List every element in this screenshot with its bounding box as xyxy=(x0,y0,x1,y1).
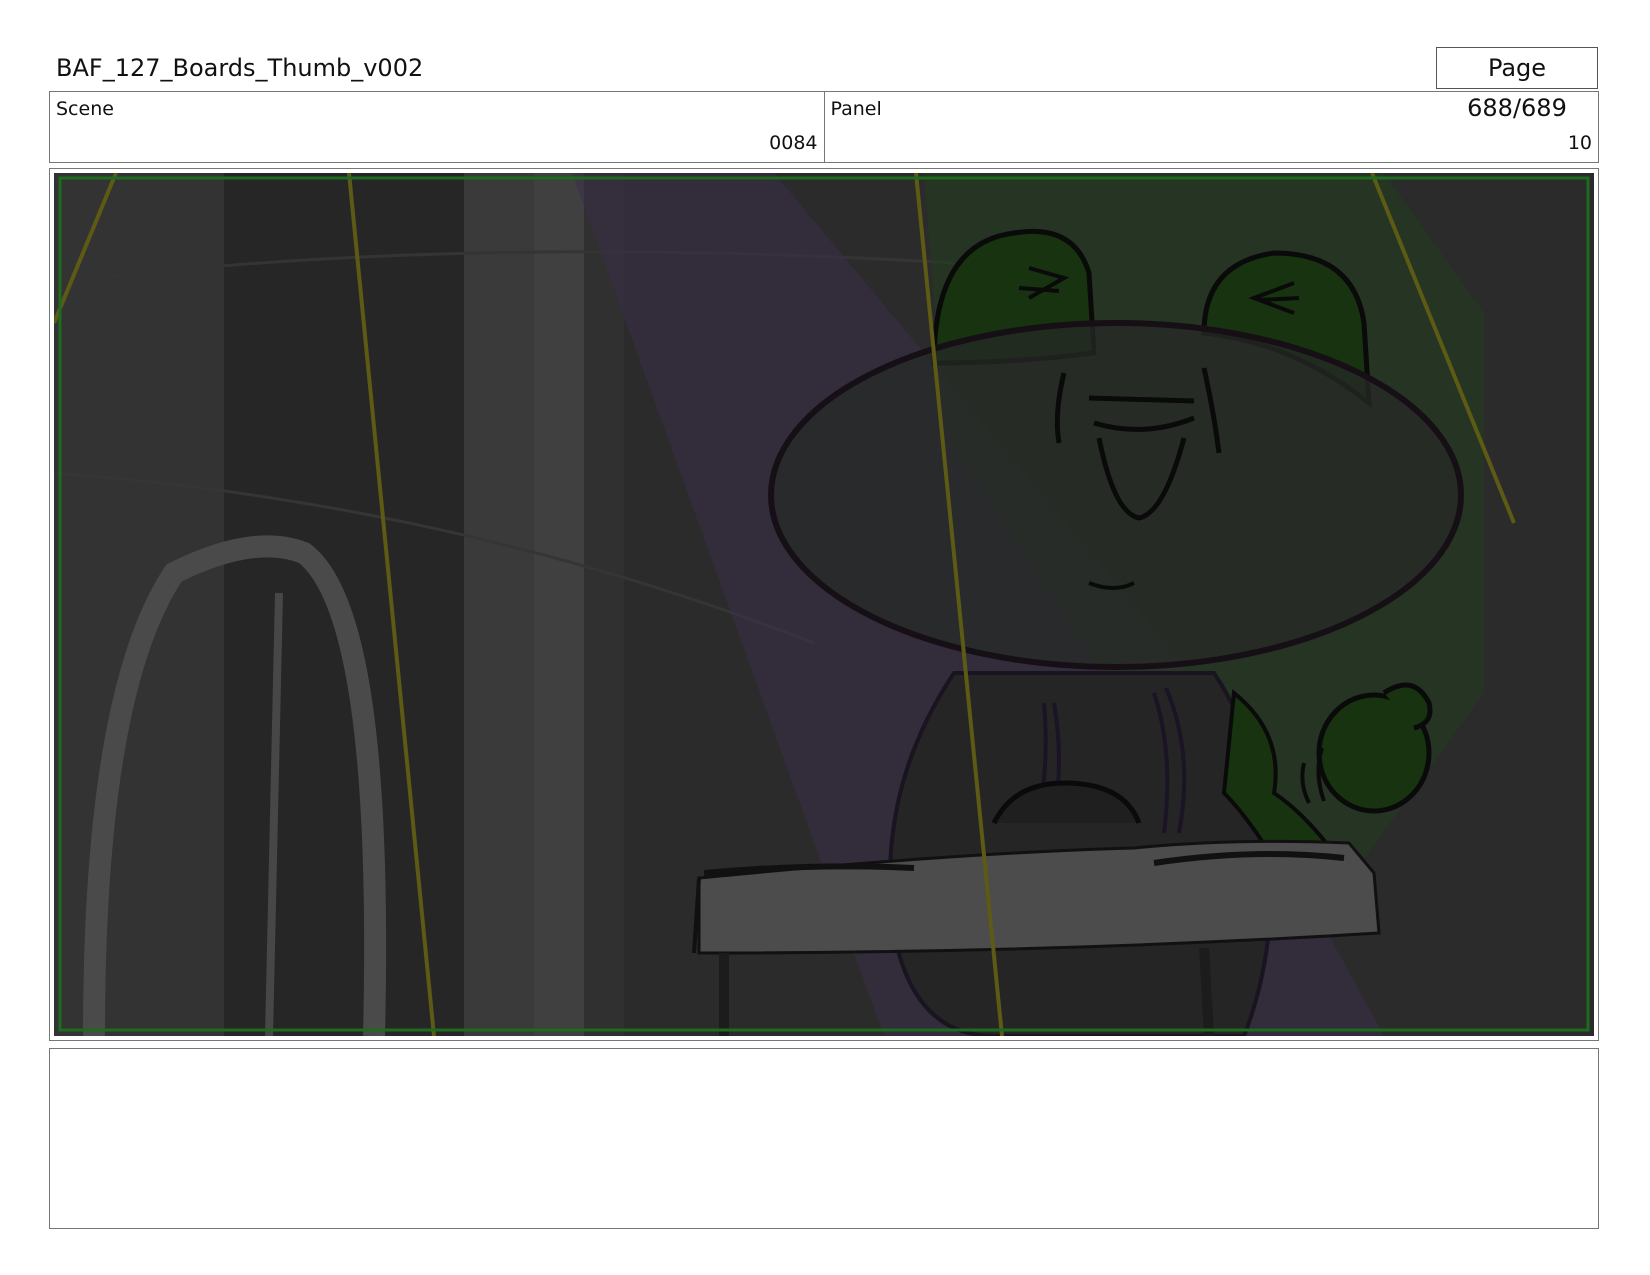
scene-cell: Scene 0084 xyxy=(50,92,824,162)
panel-cell: Panel 10 xyxy=(823,92,1599,162)
storyboard-drawing xyxy=(54,173,1594,1036)
panel-label: Panel xyxy=(830,98,882,120)
storyboard-frame xyxy=(49,168,1599,1041)
document-title: BAF_127_Boards_Thumb_v002 xyxy=(56,54,424,82)
notes-box xyxy=(49,1048,1599,1229)
panel-number: 10 xyxy=(1567,132,1592,154)
storyboard-sketch-image xyxy=(54,173,1594,1036)
scene-number: 0084 xyxy=(769,132,818,154)
page-number: Page 688/689 xyxy=(1436,47,1598,122)
scene-label: Scene xyxy=(56,98,114,120)
scene-panel-info: Scene 0084 Panel 10 xyxy=(49,91,1599,163)
